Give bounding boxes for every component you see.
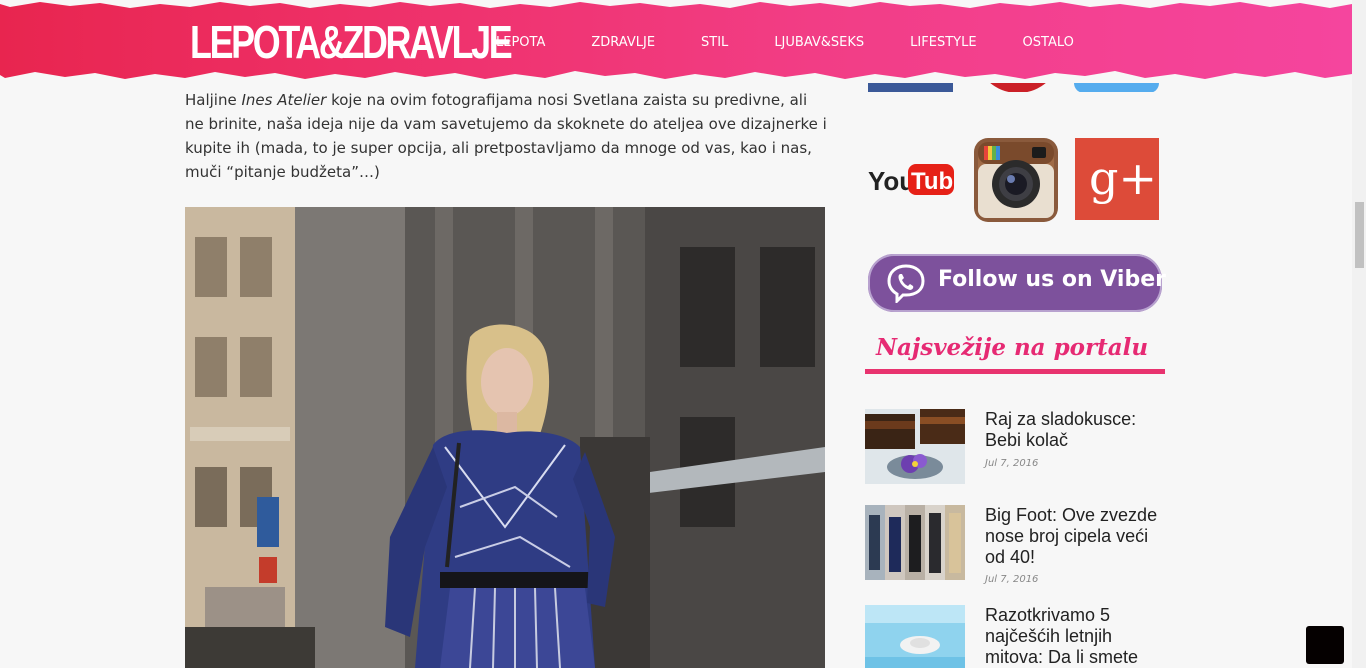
post-thumbnail[interactable] xyxy=(865,505,965,580)
pinterest-icon xyxy=(987,80,1049,92)
page-scrollbar[interactable] xyxy=(1352,0,1366,668)
nav-item-ostalo[interactable]: OSTALO xyxy=(1023,35,1074,50)
google-plus-text: g+ xyxy=(1089,151,1157,205)
scrollbar-thumb[interactable] xyxy=(1355,202,1364,268)
post-title[interactable]: Raj za sladokusce: Bebi kolač xyxy=(985,409,1165,451)
youtube-icon[interactable]: You Tube xyxy=(868,163,954,197)
site-header: LEPOTA&ZDRAVLJE LEPOTA ZDRAVLJE STIL LJU… xyxy=(0,0,1352,81)
social-row-2: You Tube g+ xyxy=(865,138,1165,222)
nav-item-zdravlje[interactable]: ZDRAVLJE xyxy=(591,35,655,50)
latest-posts-title: Najsvežije na portalu xyxy=(876,334,1149,361)
header-torn-edge-bottom xyxy=(0,71,1352,81)
site-logo[interactable]: LEPOTA&ZDRAVLJE xyxy=(190,18,513,66)
social-row-1 xyxy=(865,80,1165,92)
post-title[interactable]: Razotkrivamo 5 najčešćih letnjih mitova:… xyxy=(985,605,1165,668)
viber-follow-button[interactable]: Follow us on Viber xyxy=(868,254,1166,312)
post-date: Jul 7, 2016 xyxy=(985,458,1039,469)
header-torn-edge-top xyxy=(0,0,1352,8)
facebook-icon xyxy=(868,80,953,92)
post-title[interactable]: Big Foot: Ove zvezde nose broj cipela ve… xyxy=(985,505,1165,568)
google-plus-icon[interactable]: g+ xyxy=(1075,138,1159,220)
post-thumbnail[interactable] xyxy=(865,605,965,668)
article-paragraph: Haljine Ines Atelier koje na ovim fotogr… xyxy=(185,88,830,184)
chat-icon[interactable] xyxy=(1306,626,1344,664)
nav-item-lifestyle[interactable]: LIFESTYLE xyxy=(910,35,976,50)
nav-item-stil[interactable]: STIL xyxy=(701,35,728,50)
post-date: Jul 7, 2016 xyxy=(985,574,1039,585)
post-thumbnail[interactable] xyxy=(865,409,965,484)
youtube-tube-text: Tube xyxy=(911,168,954,195)
nav-item-ljubav-seks[interactable]: LJUBAV&SEKS xyxy=(774,35,864,50)
article-brand-name: Ines Atelier xyxy=(241,91,327,109)
nav-item-lepota[interactable]: LEPOTA xyxy=(496,35,545,50)
article-text-start: Haljine xyxy=(185,91,242,109)
viber-icon xyxy=(887,264,925,303)
twitter-icon xyxy=(1074,80,1159,92)
main-nav: LEPOTA ZDRAVLJE STIL LJUBAV&SEKS LIFESTY… xyxy=(496,35,1120,50)
latest-posts-divider xyxy=(865,369,1165,374)
article-photo[interactable] xyxy=(185,207,825,668)
viber-label: Follow us on Viber xyxy=(938,267,1166,292)
instagram-icon[interactable] xyxy=(974,138,1058,222)
